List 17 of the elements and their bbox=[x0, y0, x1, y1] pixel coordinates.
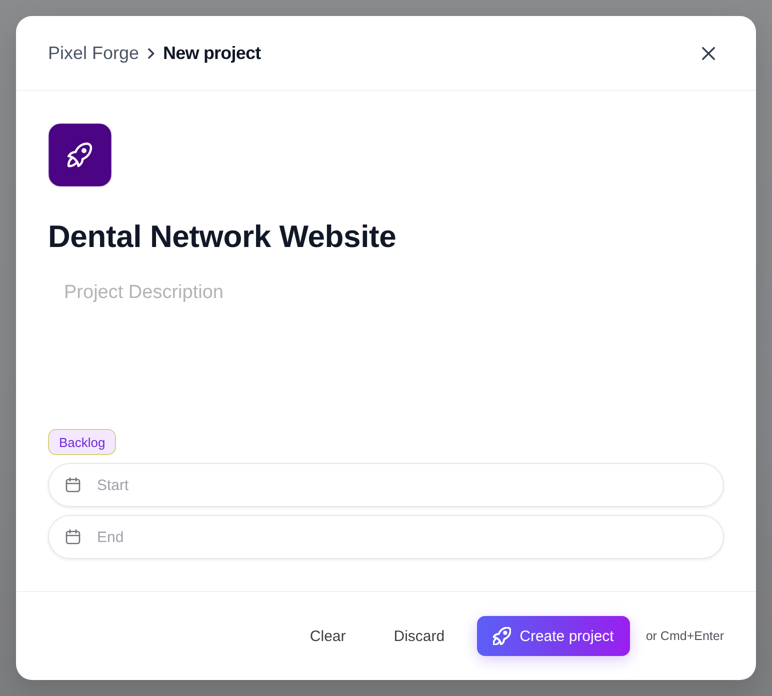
rocket-icon[interactable] bbox=[48, 123, 112, 187]
chevron-right-icon bbox=[147, 48, 156, 58]
rocket-icon bbox=[492, 627, 511, 645]
end-date-field[interactable]: End bbox=[48, 515, 724, 559]
start-date-field[interactable]: Start bbox=[48, 463, 724, 507]
project-title[interactable]: Dental Network Website bbox=[48, 217, 396, 257]
close-icon bbox=[700, 46, 716, 60]
clear-button[interactable]: Clear bbox=[294, 616, 362, 656]
calendar-icon bbox=[65, 477, 81, 493]
calendar-icon bbox=[65, 529, 81, 545]
shortcut-hint: or Cmd+Enter bbox=[646, 629, 724, 643]
breadcrumb-current: New project bbox=[163, 42, 261, 64]
status-tag[interactable]: Backlog bbox=[48, 429, 116, 455]
discard-button[interactable]: Discard bbox=[378, 616, 461, 656]
description-field[interactable]: Project Description bbox=[48, 270, 724, 415]
breadcrumb-link[interactable]: Pixel Forge bbox=[48, 42, 140, 64]
create-project-button[interactable]: Create project bbox=[476, 616, 630, 656]
